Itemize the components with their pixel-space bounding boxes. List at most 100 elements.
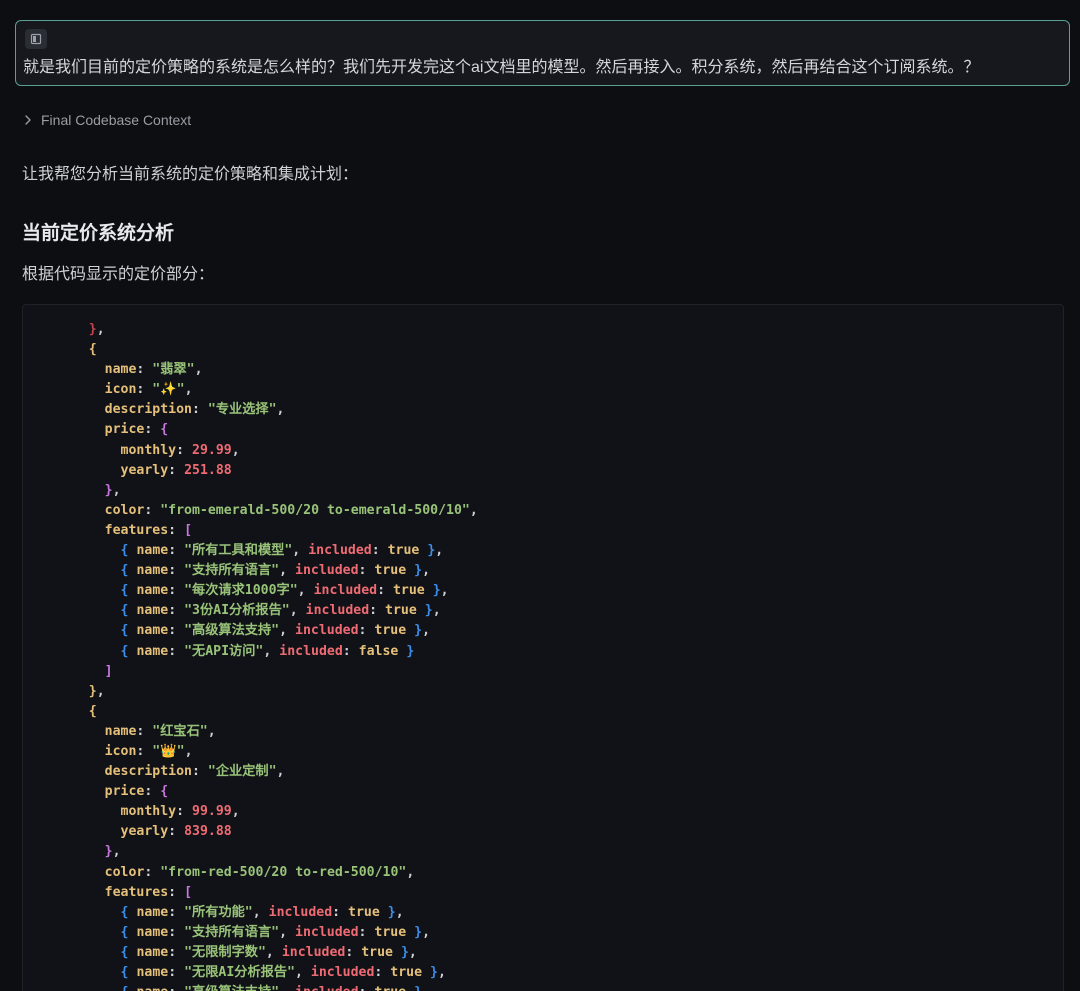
- code-token: :: [359, 985, 375, 991]
- code-token: ,: [231, 804, 240, 820]
- code-token: name: [136, 583, 169, 599]
- code-token: {: [88, 342, 97, 358]
- context-icon[interactable]: [25, 29, 47, 49]
- code-line: icon: "👑",: [57, 742, 478, 762]
- code-token: :: [144, 422, 161, 438]
- code-token: ,: [112, 482, 121, 498]
- code-block[interactable]: }, { name: "翡翠", icon: "✨", description:…: [22, 304, 1064, 991]
- code-token: }: [88, 322, 97, 337]
- code-token: }: [104, 844, 113, 860]
- code-token: "👑": [152, 743, 185, 759]
- code-token: }: [400, 944, 409, 960]
- code-token: name: [136, 965, 169, 980]
- code-token: icon: [104, 743, 137, 759]
- code-token: ,: [96, 322, 105, 337]
- code-line: },: [57, 682, 478, 702]
- code-token: ,: [276, 764, 285, 780]
- code-token: :: [332, 904, 349, 920]
- code-line: monthly: 29.99,: [57, 441, 478, 461]
- code-token: }: [414, 924, 423, 940]
- code-token: false: [358, 643, 399, 659]
- code-line: ]: [57, 662, 478, 682]
- code-token: :: [136, 382, 153, 398]
- code-token: ,: [231, 442, 240, 458]
- code-token: monthly: [120, 442, 177, 458]
- code-token: ,: [440, 583, 449, 599]
- code-token: :: [136, 743, 153, 759]
- code-token: "红宝石": [152, 723, 208, 739]
- code-token: name: [136, 603, 169, 619]
- code-line: },: [57, 842, 478, 862]
- code-line: { name: "支持所有语言", included: true },: [57, 923, 478, 943]
- code-token: ,: [469, 502, 478, 518]
- code-line: icon: "✨",: [57, 380, 478, 400]
- code-token: :: [168, 643, 185, 659]
- code-token: "高级算法支持": [184, 623, 280, 639]
- code-line: {: [57, 340, 478, 360]
- code-token: :: [168, 462, 185, 478]
- code-token: "企业定制": [207, 764, 277, 780]
- code-line: { name: "无限AI分析报告", included: true },: [57, 963, 478, 983]
- code-token: ,: [395, 904, 404, 920]
- code-token: ,: [279, 985, 295, 991]
- code-token: true: [387, 543, 420, 559]
- code-token: true: [390, 965, 423, 980]
- code-line: description: "专业选择",: [57, 400, 478, 420]
- code-token: :: [176, 804, 192, 820]
- code-line: monthly: 99.99,: [57, 802, 478, 822]
- code-token: }: [387, 904, 396, 920]
- code-token: ,: [435, 543, 444, 559]
- code-token: ,: [422, 623, 431, 639]
- code-token: price: [104, 422, 145, 438]
- code-line: { name: "无API访问", included: false }: [57, 642, 478, 662]
- code-token: included: [295, 623, 359, 639]
- code-token: :: [144, 784, 161, 800]
- code-token: 251.88: [184, 462, 232, 478]
- code-token: included: [279, 643, 343, 659]
- code-token: :: [374, 965, 391, 980]
- code-token: name: [136, 643, 169, 659]
- context-toggle[interactable]: Final Codebase Context: [22, 110, 191, 130]
- code-token: ,: [408, 944, 417, 960]
- code-token: }: [430, 965, 438, 980]
- code-token: :: [358, 623, 375, 639]
- code-token: ,: [437, 965, 446, 980]
- code-token: "无限制字数": [184, 944, 266, 960]
- code-token: ,: [432, 603, 441, 619]
- code-token: :: [168, 965, 185, 980]
- code-token: ,: [263, 643, 280, 659]
- code-token: :: [136, 362, 153, 378]
- code-token: }: [414, 563, 423, 579]
- code-token: color: [104, 864, 145, 880]
- code-token: "无限AI分析报告": [184, 965, 295, 980]
- code-token: "支持所有语言": [184, 563, 280, 579]
- code-token: ,: [292, 543, 309, 559]
- code-token: true: [348, 904, 380, 920]
- code-line: price: {: [57, 782, 478, 802]
- code-token: ,: [184, 382, 193, 398]
- code-token: }: [104, 482, 113, 498]
- code-token: true: [374, 985, 406, 991]
- code-token: ,: [294, 965, 311, 980]
- code-token: ,: [112, 844, 121, 860]
- code-token: features: [104, 522, 169, 538]
- code-token: true: [392, 583, 425, 599]
- code-line: { name: "3份AI分析报告", included: true },: [57, 601, 478, 621]
- context-toggle-label: Final Codebase Context: [41, 112, 192, 128]
- code-token: included: [313, 583, 378, 599]
- code-token: 29.99: [192, 442, 232, 458]
